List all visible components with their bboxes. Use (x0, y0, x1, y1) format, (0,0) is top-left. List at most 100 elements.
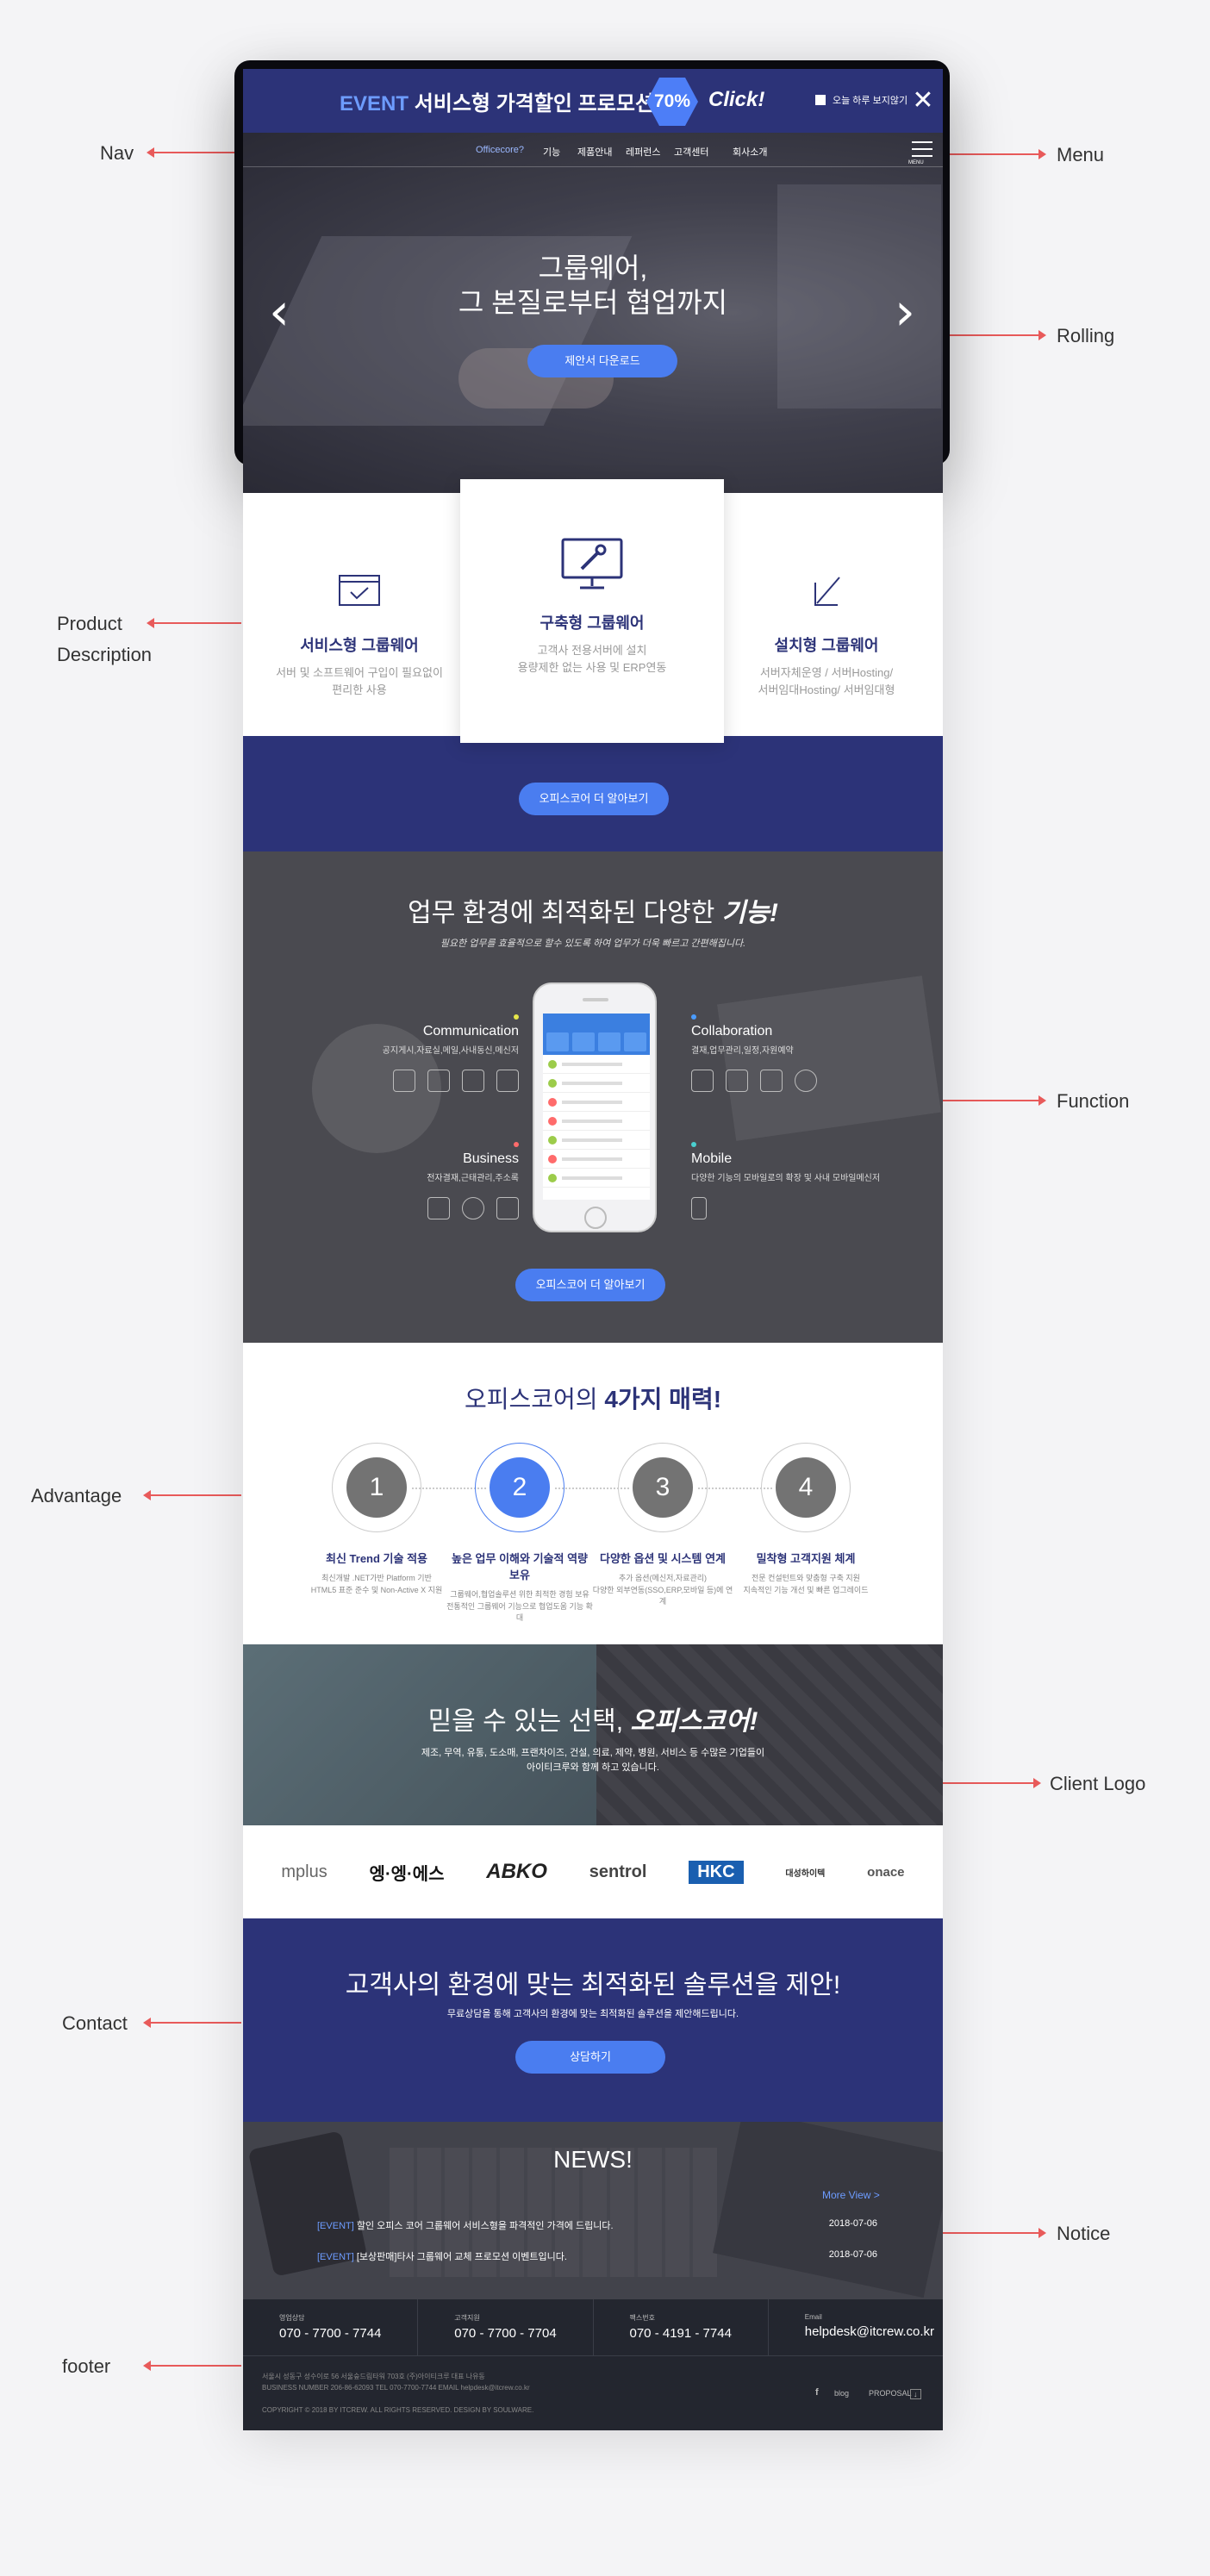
nav-item-company[interactable]: 회사소개 (733, 145, 767, 159)
nav-item-products[interactable]: 제품안내 (577, 145, 612, 159)
annotation-nav: Nav (100, 142, 134, 164)
close-icon[interactable]: ✕ (912, 88, 934, 114)
client-logo-abko[interactable]: ABKO (486, 1860, 547, 1884)
client-logo-eng[interactable]: 엥·엥·에스 (370, 1860, 445, 1885)
feature-communication[interactable]: Communication 공지게시,자료실,메일,사내동신,메신저 (364, 1008, 519, 1092)
product-card-build[interactable]: 구축형 그룹웨어 고객사 전용서버에 설치 용량제한 없는 사용 및 ERP연동 (460, 479, 724, 743)
feature-business[interactable]: Business 전자결재,근태관리,주소록 (329, 1136, 519, 1219)
advantage-name: 높은 업무 이해와 기술적 역량 보유 (452, 1552, 588, 1581)
annotation-product-description-1: Product (57, 613, 122, 634)
feature-dot (691, 1142, 696, 1147)
client-title-plain: 믿을 수 있는 선택, (427, 1707, 631, 1736)
footer-copyright: COPYRIGHT © 2018 BY ITCREW. ALL RIGHTS R… (262, 2406, 534, 2414)
news-tag: [EVENT] (317, 2221, 354, 2231)
news-item[interactable]: [EVENT] 할인 오피스 코어 그룹웨어 서비스형을 파격적인 가격에 드립… (317, 2218, 877, 2232)
click-label[interactable]: Click! (708, 88, 764, 112)
feature-mobile[interactable]: Mobile 다양한 기능의 모바일로의 확장 및 사내 모바일메신저 (691, 1136, 889, 1219)
feature-desc: 다양한 기능의 모바일로의 확장 및 사내 모바일메신저 (691, 1174, 881, 1183)
client-logo-sentrol[interactable]: sentrol (589, 1862, 647, 1882)
download-icon[interactable]: ↓ (910, 2389, 921, 2399)
car-icon (795, 1070, 817, 1092)
advantage-desc-line: 추가 옵션(메신저,자료관리) (618, 1574, 708, 1582)
footer-contact-value[interactable]: 070 - 7700 - 7744 (279, 2326, 417, 2341)
product-card-install[interactable]: 설치형 그룹웨어 서버자체운영 / 서버Hosting/ 서버임대Hosting… (710, 493, 943, 736)
annotation-line-notice (943, 2228, 1046, 2238)
product-desc-line: 편리한 사용 (332, 683, 387, 696)
advantage-circle: 4 (761, 1443, 851, 1532)
news-item[interactable]: [EVENT] [보상판매]타사 그룹웨어 교체 프로모션 이벤트입니다. 20… (317, 2249, 877, 2263)
prev-arrow-icon[interactable]: ‹ (269, 286, 290, 338)
document-icon (691, 1070, 714, 1092)
nav-item-reference[interactable]: 레퍼런스 (626, 145, 660, 159)
annotation-line-menu (950, 149, 1046, 159)
advantage-desc-line: 지속적인 기능 개선 및 빠른 업그레이드 (743, 1585, 869, 1594)
blog-link[interactable]: blog (834, 2389, 849, 2398)
annotation-advantage: Advantage (31, 1485, 122, 1506)
news-tag: [EVENT] (317, 2252, 354, 2262)
feature-desc: 전자결재,근태관리,주소록 (427, 1174, 519, 1183)
advantage-desc-line: 다양한 외부연동(SSO,ERP,모바일 등)에 연계 (592, 1585, 733, 1606)
client-logo-strip: mplus 엥·엥·에스 ABKO sentrol HKC 대성하이텍 onac… (243, 1825, 943, 1918)
product-desc-line: 고객사 전용서버에 설치 (537, 644, 647, 657)
advantage-name: 최신 Trend 기술 적용 (326, 1552, 427, 1565)
hamburger-menu-icon[interactable] (912, 141, 932, 157)
phone-list-row (543, 1150, 650, 1169)
checkbox-window-icon (339, 575, 380, 606)
speaker-icon (496, 1070, 519, 1092)
learn-more-button[interactable]: 오피스코어 더 알아보기 (519, 783, 669, 815)
footer-contact-value[interactable]: helpdesk@itcrew.co.kr (805, 2324, 943, 2339)
function-title-plain: 업무 환경에 최적화된 다양한 (408, 899, 722, 927)
client-sub-line: 아이티크루와 함께 하고 있습니다. (527, 1762, 659, 1773)
advantage-item-active[interactable]: 2 높은 업무 이해와 기술적 역량 보유 그룹웨어,협업솔루션 위한 최적한 … (446, 1443, 593, 1625)
feature-collaboration[interactable]: Collaboration 결재,업무관리,일정,자원예약 (691, 1008, 864, 1092)
function-title: 업무 환경에 최적화된 다양한 기능! (243, 891, 943, 929)
function-learn-more-button[interactable]: 오피스코어 더 알아보기 (515, 1269, 665, 1301)
product-card-service[interactable]: 서비스형 그룹웨어 서버 및 소프트웨어 구입이 필요없이 편리한 사용 (243, 493, 476, 736)
event-word: EVENT (340, 92, 409, 115)
more-view-link[interactable]: More View > (822, 2189, 880, 2201)
nav-item-support[interactable]: 고객센터 (674, 145, 708, 159)
advantage-name: 다양한 옵션 및 시스템 연계 (599, 1552, 726, 1565)
feature-dot (514, 1014, 519, 1020)
client-logo-daesung[interactable]: 대성하이텍 (785, 1866, 825, 1879)
client-title: 믿을 수 있는 선택, 오피스코어! (243, 1700, 943, 1737)
proposal-download-button[interactable]: 제안서 다운로드 (527, 345, 677, 377)
advantage-number: 4 (776, 1457, 836, 1518)
feature-title: Communication (422, 1024, 519, 1039)
product-desc: 서버자체운영 / 서버Hosting/ 서버임대Hosting/ 서버임대형 (710, 664, 943, 698)
main-nav: Officecore? 기능 제품안내 레퍼런스 고객센터 회사소개 MENU (243, 133, 943, 167)
consult-button[interactable]: 상담하기 (515, 2041, 665, 2074)
advantage-desc: 전문 컨설턴트와 맞춤형 구축 지원 지속적인 기능 개선 및 빠른 업그레이드 (733, 1573, 879, 1596)
product-title: 설치형 그룹웨어 (774, 637, 879, 654)
proposal-link[interactable]: PROPOSAL (869, 2389, 912, 2398)
nav-item-function[interactable]: 기능 (543, 145, 560, 159)
advantage-desc-line: 전문 컨설턴트와 맞춤형 구축 지원 (752, 1574, 860, 1582)
footer-contact-label: 팩스번호 (629, 2314, 655, 2322)
news-text: [보상판매]타사 그룹웨어 교체 프로모션 이벤트입니다. (356, 2252, 567, 2262)
discount-badge: 70% (646, 78, 698, 126)
next-arrow-icon[interactable]: › (895, 286, 915, 338)
client-section: 믿을 수 있는 선택, 오피스코어! 제조, 무역, 유통, 도소매, 프랜차이… (243, 1644, 943, 1825)
footer-address: 서울시 성동구 성수이로 56 서울숲드림타워 703호 (주)아이티크루 대표… (262, 2373, 485, 2380)
nav-logo[interactable]: Officecore? (476, 145, 524, 155)
footer-contact-value[interactable]: 070 - 7700 - 7704 (454, 2326, 592, 2341)
client-logo-onace[interactable]: onace (867, 1865, 904, 1880)
advantage-item[interactable]: 3 다양한 옵션 및 시스템 연계 추가 옵션(메신저,자료관리) 다양한 외부… (589, 1443, 736, 1608)
client-logo-mplus[interactable]: mplus (281, 1862, 327, 1882)
phone-home-button (584, 1207, 607, 1229)
client-logo-hkc[interactable]: HKC (689, 1860, 744, 1884)
advantage-item[interactable]: 4 밀착형 고객지원 체계 전문 컨설턴트와 맞춤형 구축 지원 지속적인 기능… (733, 1443, 879, 1596)
phone-screen (543, 1014, 650, 1200)
phone-list-row (543, 1112, 650, 1131)
footer-contact-value[interactable]: 070 - 4191 - 7744 (630, 2326, 768, 2341)
product-desc-line: 서버임대Hosting/ 서버임대형 (758, 683, 895, 696)
clock-icon (462, 1197, 484, 1219)
contact-title: 고객사의 환경에 맞는 최적화된 솔루션을 제안! (345, 1971, 841, 1999)
event-description: 서비스형 가격할인 프로모션 ! (414, 92, 667, 115)
website-page: EVENT 서비스형 가격할인 프로모션 ! 70% Click! 오늘 하루 … (243, 69, 943, 2430)
advantage-item[interactable]: 1 최신 Trend 기술 적용 최신개발 .NET가반 Platform 기반… (303, 1443, 450, 1596)
event-banner[interactable]: EVENT 서비스형 가격할인 프로모션 ! 70% Click! 오늘 하루 … (243, 69, 943, 133)
advantage-desc-line: HTML5 표준 준수 및 Non-Active X 지원 (310, 1585, 443, 1594)
hide-today-checkbox[interactable] (815, 95, 826, 105)
facebook-icon[interactable]: f (815, 2387, 819, 2398)
